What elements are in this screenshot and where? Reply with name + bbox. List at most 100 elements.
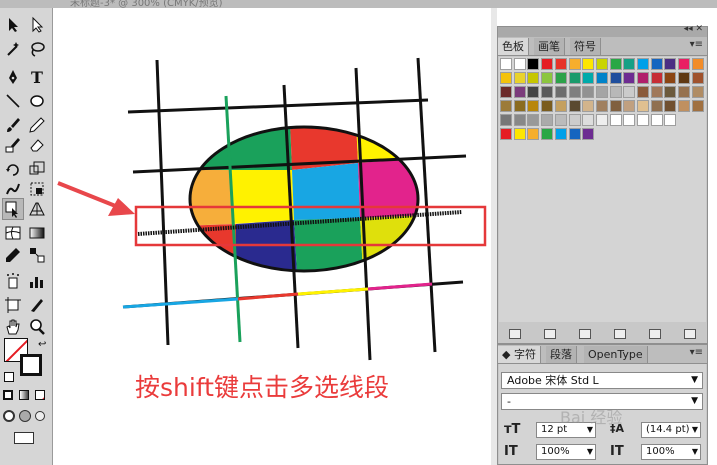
mesh-tool-icon[interactable] bbox=[2, 222, 24, 244]
swatch[interactable] bbox=[650, 86, 663, 98]
eraser-tool-icon[interactable] bbox=[26, 134, 48, 156]
swatch[interactable] bbox=[554, 100, 567, 112]
swatch[interactable] bbox=[609, 58, 622, 70]
default-fill-stroke-icon[interactable] bbox=[4, 372, 14, 382]
swatch[interactable] bbox=[582, 100, 595, 112]
swatch[interactable] bbox=[582, 86, 595, 98]
swatch[interactable] bbox=[595, 86, 608, 98]
lasso-tool-icon[interactable] bbox=[26, 38, 48, 60]
swatch[interactable] bbox=[513, 128, 526, 140]
swatch[interactable] bbox=[582, 114, 595, 126]
font-family-select[interactable]: Adobe 宋体 Std L ▼ bbox=[501, 372, 703, 389]
swatch[interactable] bbox=[541, 100, 554, 112]
swatch[interactable] bbox=[623, 86, 636, 98]
swatch[interactable] bbox=[623, 72, 636, 84]
artboard-tool-icon[interactable] bbox=[2, 294, 24, 316]
line-tool-icon[interactable] bbox=[2, 90, 24, 112]
magic-wand-tool-icon[interactable] bbox=[2, 38, 24, 60]
swatch[interactable] bbox=[513, 58, 526, 70]
swatch[interactable] bbox=[664, 114, 677, 126]
swatch[interactable] bbox=[595, 58, 608, 70]
swatch[interactable] bbox=[554, 86, 567, 98]
swatch[interactable] bbox=[595, 114, 608, 126]
swatch[interactable] bbox=[650, 58, 663, 70]
swatch[interactable] bbox=[637, 114, 649, 126]
tab-opentype[interactable]: OpenType bbox=[584, 346, 648, 363]
swatch[interactable] bbox=[637, 100, 649, 112]
new-color-group-icon[interactable] bbox=[613, 329, 626, 339]
direct-selection-tool-icon[interactable] bbox=[26, 14, 48, 36]
type-tool-icon[interactable]: T bbox=[26, 66, 48, 88]
tab-swatches[interactable]: 色板 bbox=[498, 38, 529, 55]
segment-cyan[interactable] bbox=[122, 297, 239, 309]
swatch[interactable] bbox=[691, 100, 704, 112]
swatch[interactable] bbox=[513, 72, 526, 84]
zoom-tool-icon[interactable] bbox=[26, 316, 48, 338]
swatch[interactable] bbox=[527, 58, 540, 70]
swatch[interactable] bbox=[609, 86, 622, 98]
shape-builder-tool-icon[interactable] bbox=[2, 198, 24, 220]
column-graph-tool-icon[interactable] bbox=[26, 270, 48, 292]
panel-menu-icon[interactable]: ▾≡ bbox=[690, 39, 703, 50]
swatch[interactable] bbox=[678, 58, 691, 70]
swatch[interactable] bbox=[582, 72, 595, 84]
leading-field[interactable]: (14.4 pt) ▼ bbox=[641, 422, 701, 438]
swatch[interactable] bbox=[500, 128, 512, 140]
swatch[interactable] bbox=[568, 86, 581, 98]
swap-fill-stroke-icon[interactable]: ↩ bbox=[38, 339, 46, 350]
swatch[interactable] bbox=[691, 58, 704, 70]
swatch[interactable] bbox=[678, 100, 691, 112]
stroke-swatch[interactable] bbox=[20, 354, 42, 376]
swatch[interactable] bbox=[568, 100, 581, 112]
swatch[interactable] bbox=[664, 72, 677, 84]
pen-tool-icon[interactable] bbox=[2, 66, 24, 88]
screen-mode-icon[interactable] bbox=[14, 432, 34, 444]
swatch[interactable] bbox=[500, 114, 512, 126]
swatch[interactable] bbox=[500, 100, 512, 112]
gradient-tool-icon[interactable] bbox=[26, 222, 48, 244]
artboard-canvas[interactable]: 按shift键点击多选线段 bbox=[53, 8, 491, 465]
character-menu-icon[interactable]: ▾≡ bbox=[690, 347, 703, 358]
swatch[interactable] bbox=[513, 86, 526, 98]
swatch-options-icon[interactable] bbox=[579, 329, 592, 339]
swatch[interactable] bbox=[568, 72, 581, 84]
swatch[interactable] bbox=[568, 58, 581, 70]
tab-character[interactable]: ◆ 字符 bbox=[498, 346, 541, 363]
pencil-tool-icon[interactable] bbox=[26, 114, 48, 136]
swatch[interactable] bbox=[582, 58, 595, 70]
swatch[interactable] bbox=[527, 114, 540, 126]
swatch[interactable] bbox=[527, 100, 540, 112]
swatch[interactable] bbox=[664, 86, 677, 98]
swatch[interactable] bbox=[554, 128, 567, 140]
swatch[interactable] bbox=[595, 100, 608, 112]
swatch[interactable] bbox=[595, 72, 608, 84]
segment-magenta[interactable] bbox=[367, 282, 433, 291]
swatch[interactable] bbox=[513, 100, 526, 112]
swatch[interactable] bbox=[582, 128, 595, 140]
delete-swatch-icon[interactable] bbox=[683, 329, 696, 339]
show-kinds-icon[interactable] bbox=[544, 329, 557, 339]
selection-tool-icon[interactable] bbox=[2, 14, 24, 36]
swatch[interactable] bbox=[623, 100, 636, 112]
ellipse-tool-icon[interactable] bbox=[26, 90, 48, 112]
color-grid-ellipse[interactable] bbox=[180, 120, 430, 290]
swatch[interactable] bbox=[541, 58, 554, 70]
scale-tool-icon[interactable] bbox=[26, 158, 48, 180]
swatch[interactable] bbox=[609, 72, 622, 84]
eyedropper-tool-icon[interactable] bbox=[2, 244, 24, 266]
swatch[interactable] bbox=[527, 86, 540, 98]
swatch[interactable] bbox=[513, 114, 526, 126]
swatch[interactable] bbox=[664, 100, 677, 112]
swatch[interactable] bbox=[541, 114, 554, 126]
swatch-libraries-icon[interactable] bbox=[509, 329, 522, 339]
draw-normal-icon[interactable] bbox=[3, 410, 15, 422]
swatch[interactable] bbox=[527, 128, 540, 140]
draw-behind-icon[interactable] bbox=[19, 410, 31, 422]
swatch[interactable] bbox=[500, 86, 512, 98]
free-transform-tool-icon[interactable] bbox=[26, 178, 48, 200]
swatch[interactable] bbox=[637, 58, 649, 70]
swatch[interactable] bbox=[554, 114, 567, 126]
segment-yellow[interactable] bbox=[297, 287, 369, 296]
swatch[interactable] bbox=[541, 128, 554, 140]
tab-brushes[interactable]: 画笔 bbox=[534, 38, 565, 55]
